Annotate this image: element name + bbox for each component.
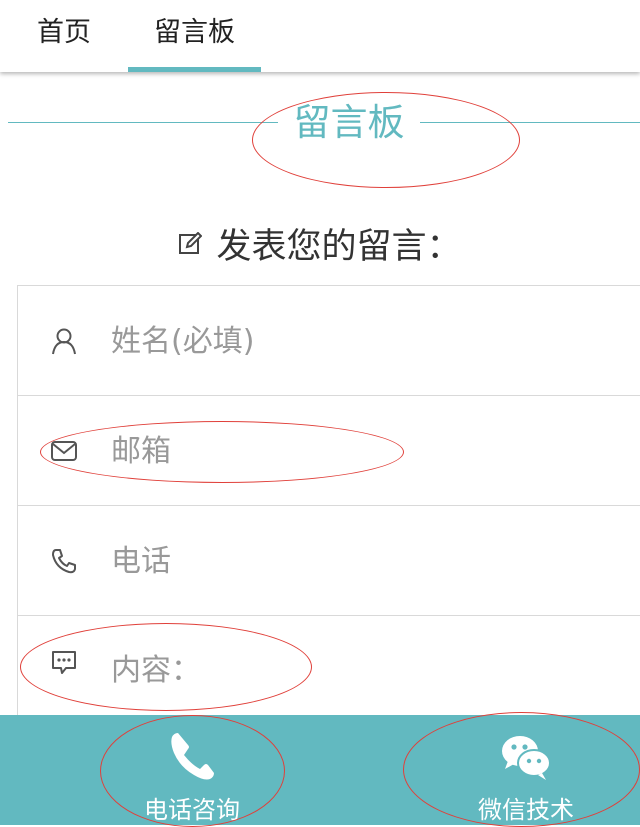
content-textarea[interactable]	[111, 646, 611, 696]
user-icon	[52, 328, 76, 355]
wechat-support-button[interactable]: 微信技术	[426, 715, 626, 825]
tab-home[interactable]: 首页	[36, 0, 92, 72]
email-row	[17, 396, 640, 506]
form-heading-text: 发表您的留言：	[216, 227, 462, 267]
tab-message-board[interactable]: 留言板	[128, 0, 261, 72]
bottom-bar: 电话咨询 微信技术	[0, 715, 640, 825]
mail-icon	[51, 441, 77, 461]
title-divider-left	[8, 122, 278, 123]
title-divider-right	[420, 122, 640, 123]
name-input[interactable]	[111, 316, 611, 366]
phone-input[interactable]	[111, 536, 611, 586]
wechat-support-label: 微信技术	[478, 796, 574, 824]
phone-consult-button[interactable]: 电话咨询	[92, 715, 292, 825]
edit-icon	[179, 232, 203, 254]
content-row	[17, 616, 640, 726]
message-form	[17, 285, 640, 726]
phone-row	[17, 506, 640, 616]
phone-consult-label: 电话咨询	[144, 796, 240, 824]
message-icon	[52, 651, 76, 674]
section-title: 留言板	[293, 101, 405, 144]
phone-icon	[171, 733, 214, 780]
wechat-icon	[502, 736, 551, 780]
active-tab-indicator	[128, 67, 261, 72]
form-heading: 发表您的留言：	[0, 222, 640, 272]
top-nav: 首页 留言板	[0, 0, 640, 72]
phone-icon	[52, 549, 76, 574]
tab-message-board-label: 留言板	[154, 17, 235, 48]
name-row	[17, 286, 640, 396]
email-input[interactable]	[111, 426, 611, 476]
